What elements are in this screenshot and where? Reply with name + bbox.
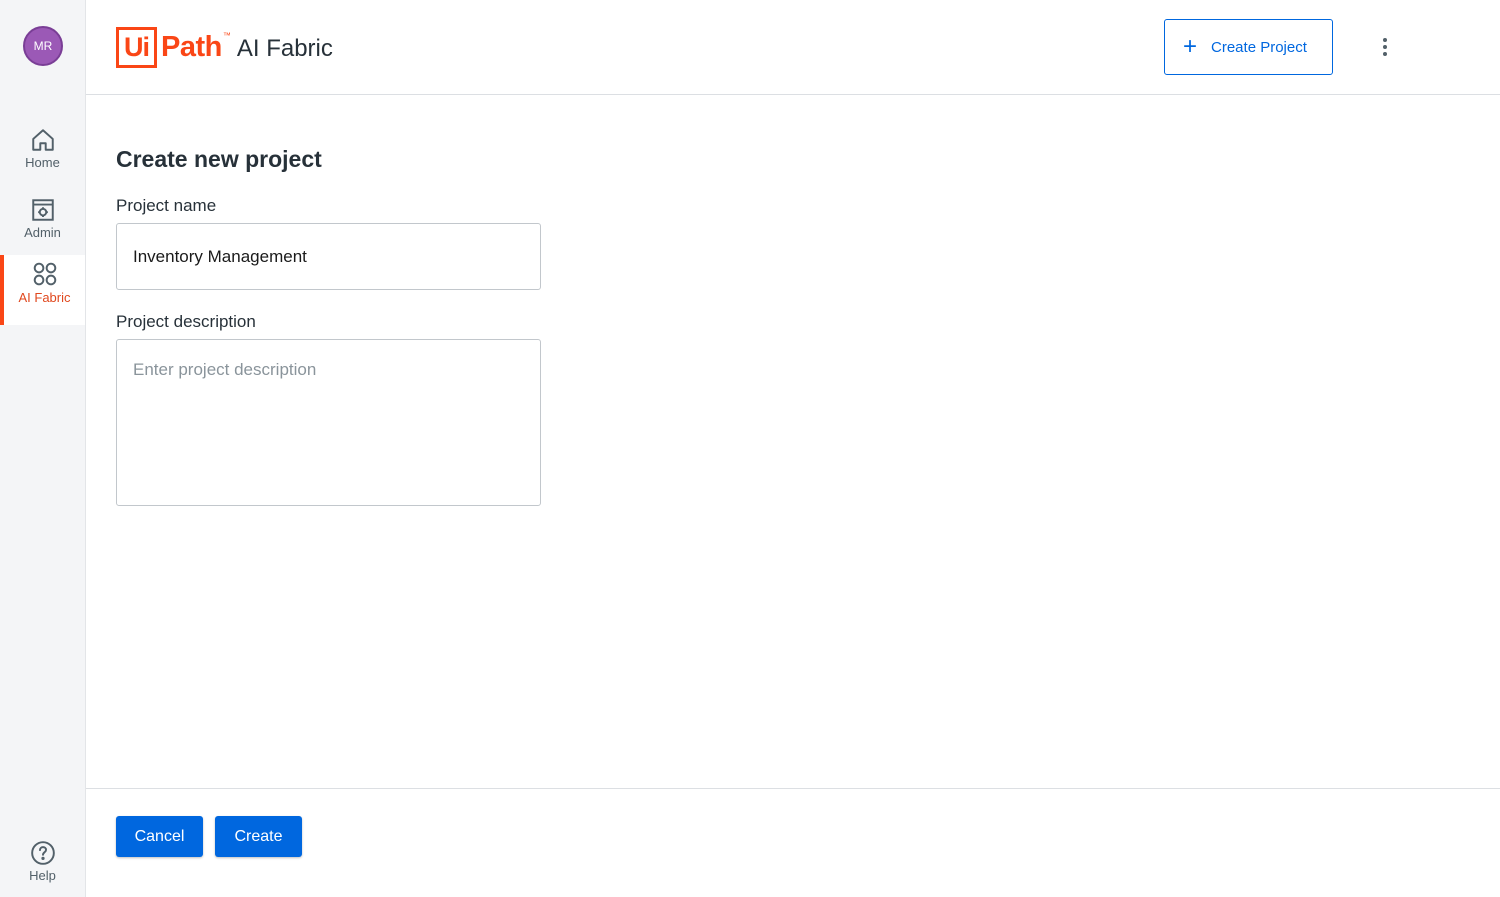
project-description-label: Project description bbox=[116, 312, 256, 331]
project-description-input[interactable] bbox=[116, 339, 541, 506]
help-icon bbox=[30, 841, 55, 865]
project-name-label: Project name bbox=[116, 196, 217, 215]
avatar-initials: MR bbox=[33, 39, 53, 53]
create-project-button[interactable]: + Create Project bbox=[1164, 19, 1333, 75]
sidebar-item-label: Help bbox=[29, 868, 56, 883]
project-name-input[interactable] bbox=[116, 223, 541, 290]
plus-icon: + bbox=[1183, 33, 1198, 60]
logo-trademark: ™ bbox=[222, 30, 231, 40]
create-button[interactable]: Create bbox=[215, 816, 302, 857]
form-footer: Cancel Create bbox=[86, 788, 1500, 897]
sidebar-item-label: AI Fabric bbox=[18, 290, 71, 305]
sidebar-item-home[interactable]: Home bbox=[0, 127, 85, 175]
sidebar-item-help[interactable]: Help bbox=[0, 840, 85, 888]
product-name: AI Fabric bbox=[236, 35, 333, 62]
ai-fabric-icon bbox=[33, 262, 56, 286]
sidebar-item-ai-fabric[interactable]: AI Fabric bbox=[0, 255, 85, 325]
home-icon bbox=[31, 129, 54, 151]
more-vertical-icon[interactable] bbox=[1373, 33, 1397, 61]
logo-ui-box: Ui bbox=[116, 26, 157, 68]
app-header: Ui Path ™ AI Fabric + Create Project bbox=[86, 0, 1500, 95]
admin-icon bbox=[31, 199, 54, 221]
create-project-form: Create new project Project name Project … bbox=[86, 96, 1500, 788]
logo-path-text: Path bbox=[161, 30, 222, 63]
sidebar-item-admin[interactable]: Admin bbox=[0, 197, 85, 245]
cancel-button[interactable]: Cancel bbox=[116, 816, 203, 857]
create-project-label: Create Project bbox=[1211, 38, 1307, 56]
avatar[interactable]: MR bbox=[23, 26, 63, 66]
sidebar-item-label: Home bbox=[25, 155, 60, 170]
page-title: Create new project bbox=[116, 146, 322, 172]
sidebar-item-label: Admin bbox=[24, 225, 61, 240]
uipath-logo[interactable]: Ui Path ™ AI Fabric bbox=[116, 26, 333, 68]
sidebar: MR Home Admin AI Fabric Help bbox=[0, 0, 86, 897]
